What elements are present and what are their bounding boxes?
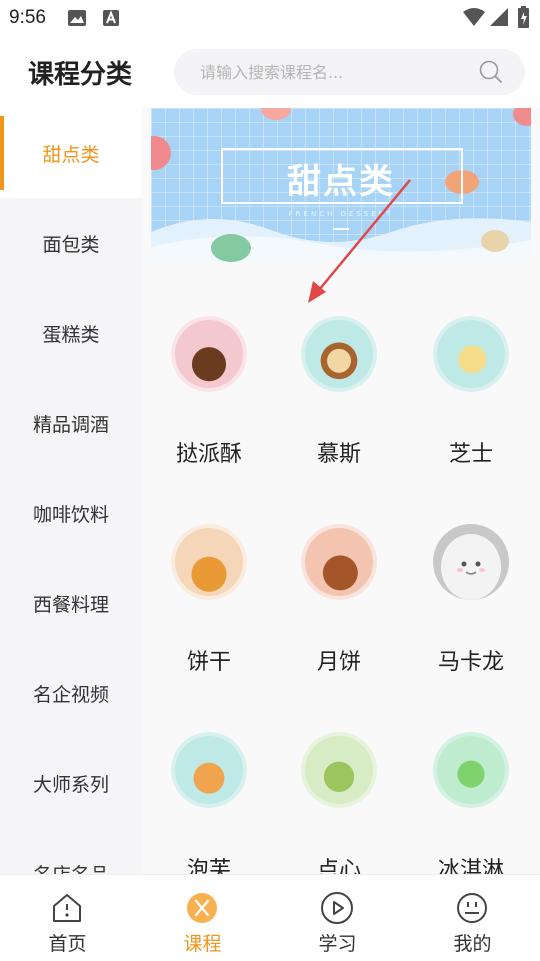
sidebar-item-western[interactable]: 西餐料理: [0, 558, 142, 648]
sidebar-item-dessert[interactable]: 甜点类: [0, 108, 142, 198]
active-indicator: [0, 116, 4, 190]
grid-item-label: 挞派酥: [175, 442, 242, 467]
cookie-thumb: [171, 524, 247, 600]
search-input[interactable]: [174, 49, 474, 95]
course-icon: [187, 893, 217, 923]
wifi-icon: [463, 8, 485, 30]
image-notification-icon: [68, 10, 86, 30]
grid-item-cheese[interactable]: 芝士: [406, 316, 536, 486]
sidebar-item-label: 蛋糕类: [42, 323, 100, 346]
banner-title: 甜点类: [287, 162, 395, 202]
macaron-decoration: [261, 108, 291, 120]
sidebar-item-coffee[interactable]: 咖啡饮料: [0, 468, 142, 558]
tab-label: 学习: [318, 933, 357, 955]
grid-item-label: 泡芙: [186, 858, 231, 874]
icecream-thumb: [433, 732, 509, 808]
dimsum-thumb: [301, 732, 377, 808]
grid-item-label: 点心: [316, 858, 361, 874]
sidebar-item-label: 面包类: [42, 233, 100, 256]
status-time: 9:56: [9, 7, 46, 28]
grid-item-mooncake[interactable]: 月饼: [274, 524, 404, 694]
header: 课程分类: [0, 36, 540, 108]
tab-label: 我的: [453, 933, 492, 955]
tab-course[interactable]: 课程: [135, 875, 270, 961]
sidebar-item-cake[interactable]: 蛋糕类: [0, 288, 142, 378]
cheese-thumb: [433, 316, 509, 392]
signal-icon: [490, 8, 508, 30]
grid-item-label: 月饼: [316, 650, 361, 675]
puff-thumb: [171, 732, 247, 808]
tab-label: 课程: [183, 933, 222, 955]
grid-item-mousse[interactable]: 慕斯: [274, 316, 404, 486]
search-icon[interactable]: [479, 60, 503, 88]
macaron-decoration: [211, 234, 251, 262]
category-sidebar: 甜点类 面包类 蛋糕类 精品调酒 咖啡饮料 西餐料理 名企视频 大师系列 名店名…: [0, 108, 142, 874]
tab-home[interactable]: 首页: [0, 875, 135, 961]
sidebar-item-master[interactable]: 大师系列: [0, 738, 142, 828]
mousse-thumb: [301, 316, 377, 392]
sidebar-item-cocktail[interactable]: 精品调酒: [0, 378, 142, 468]
banner-divider: [333, 228, 349, 230]
sidebar-item-label: 精品调酒: [32, 413, 109, 436]
mooncake-thumb: [301, 524, 377, 600]
grid-item-icecream[interactable]: 冰淇淋: [406, 732, 536, 874]
sidebar-item-label: 咖啡饮料: [32, 503, 109, 526]
tab-profile[interactable]: 我的: [405, 875, 540, 961]
sidebar-item-label: 名店名品: [33, 860, 109, 875]
grid-item-label: 饼干: [186, 650, 231, 675]
sidebar-item-label: 甜点类: [42, 143, 100, 166]
sidebar-item-label: 西餐料理: [32, 593, 109, 616]
grid-item-label: 慕斯: [316, 442, 361, 467]
grid-item-label: 马卡龙: [437, 650, 504, 675]
grid-item-tart[interactable]: 挞派酥: [144, 316, 274, 486]
sidebar-item-company-video[interactable]: 名企视频: [0, 648, 142, 738]
grid-item-label: 冰淇淋: [437, 858, 504, 874]
sidebar-item-label: 大师系列: [32, 773, 109, 796]
macaron-decoration: [513, 108, 531, 126]
grid-item-dimsum[interactable]: 点心: [274, 732, 404, 874]
battery-icon: [518, 6, 529, 32]
grid-item-macaron[interactable]: 马卡龙: [406, 524, 536, 694]
page-title: 课程分类: [28, 60, 133, 90]
status-bar: 9:56: [0, 0, 540, 36]
grid-item-cookie[interactable]: 饼干: [144, 524, 274, 694]
home-icon: [53, 894, 81, 922]
sidebar-item-famous-shop[interactable]: 名店名品: [0, 828, 142, 875]
grid-item-puff[interactable]: 泡芙: [144, 732, 274, 874]
category-banner[interactable]: 甜点类 FRENCH DESSERT: [151, 108, 531, 262]
app-notification-icon: [103, 10, 119, 30]
sidebar-item-label: 名企视频: [32, 683, 109, 706]
play-icon: [321, 892, 353, 924]
grid-item-label: 芝士: [448, 442, 493, 467]
tab-study[interactable]: 学习: [270, 875, 405, 961]
macaron-placeholder-thumb: [433, 524, 509, 600]
search-box[interactable]: [174, 49, 525, 95]
bottom-tab-bar: 首页 课程 学习 我的: [0, 874, 540, 960]
tab-label: 首页: [48, 933, 87, 955]
profile-icon: [457, 893, 487, 923]
macaron-decoration: [481, 230, 509, 252]
banner-subtitle: FRENCH DESSERT: [288, 210, 394, 218]
category-content: 甜点类 FRENCH DESSERT 挞派酥 慕斯 芝士 饼干 月饼 马卡龙 泡…: [142, 108, 540, 874]
tart-thumb: [171, 316, 247, 392]
sidebar-item-bread[interactable]: 面包类: [0, 198, 142, 288]
